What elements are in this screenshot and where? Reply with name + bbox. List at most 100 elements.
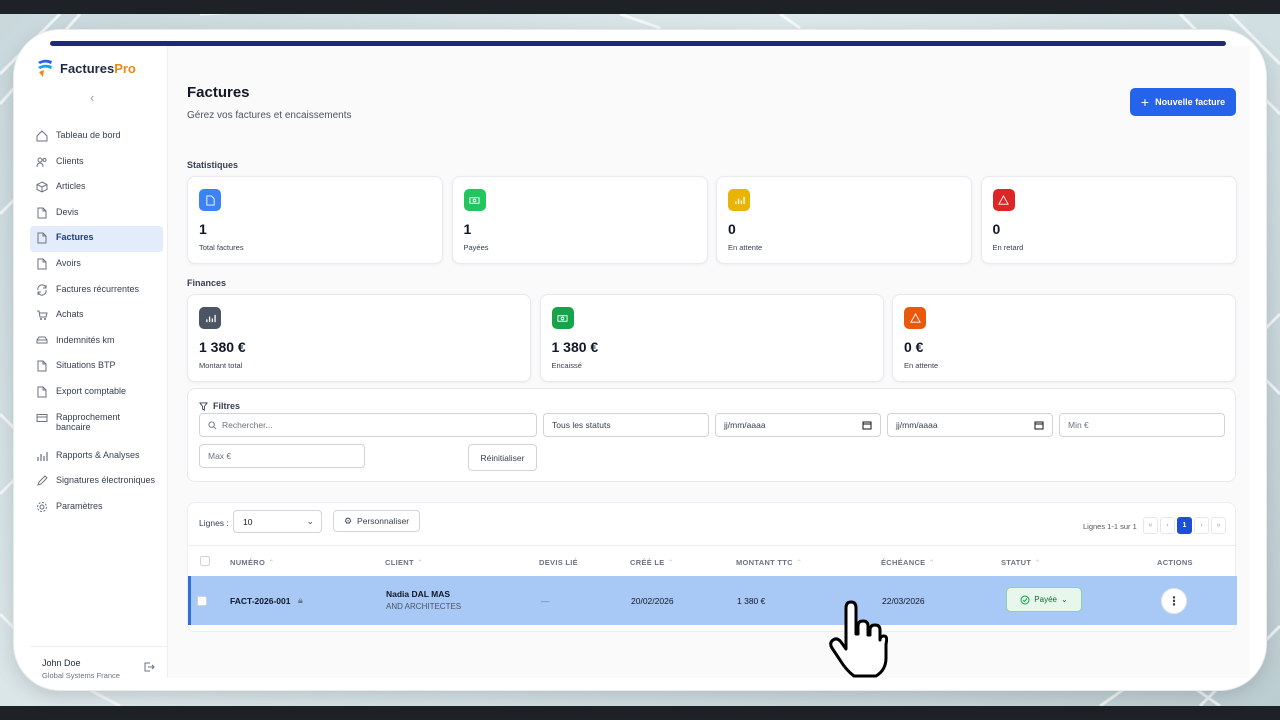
gear-icon: ⚙ [343, 515, 353, 526]
date-from-value: jj/mm/aaaa [724, 420, 766, 430]
sidebar-item-clients[interactable]: Clients [30, 150, 163, 176]
sidebar-item-factures[interactable]: Factures [30, 226, 163, 252]
max-amount-input[interactable]: Max € [199, 444, 365, 468]
sidebar-item-param-tres[interactable]: Paramètres [30, 495, 163, 521]
sidebar-item-tableau-de-bord[interactable]: Tableau de bord [30, 124, 163, 150]
sidebar-item-label: Avoirs [56, 257, 81, 268]
filters-title: Filtres [199, 401, 240, 411]
date-from-field[interactable]: jj/mm/aaaa [715, 413, 881, 437]
calendar-icon[interactable] [1034, 420, 1044, 430]
user-info: John Doe Global Systems France [42, 658, 120, 680]
card-icon [36, 412, 48, 424]
sidebar-item-label: Achats [56, 309, 84, 320]
stats-card: 1 Total factures [187, 176, 443, 264]
card-icon [904, 307, 926, 329]
column-header-label: DEVIS LIÉ [539, 558, 578, 567]
card-icon [199, 307, 221, 329]
customize-label: Personnaliser [357, 516, 410, 526]
sidebar-item-indemnit-s-km[interactable]: Indemnités km [30, 329, 163, 355]
sidebar-item-label: Articles [56, 181, 86, 192]
stats-card: 0 En retard [980, 176, 1237, 264]
sidebar-item-signatures-lectroniques[interactable]: Signatures électroniques [30, 469, 163, 495]
status-dropdown[interactable]: Payée ⌄ [1006, 587, 1082, 612]
date-to-field[interactable]: jj/mm/aaaa [887, 413, 1053, 437]
select-all-checkbox[interactable] [200, 556, 210, 566]
row-checkbox[interactable] [197, 596, 207, 606]
customize-columns-button[interactable]: ⚙ Personnaliser [333, 510, 420, 532]
sidebar-item-avoirs[interactable]: Avoirs [30, 252, 163, 278]
table-row[interactable]: FACT-2026-001 🔒︎ Nadia DAL MAS AND ARCHI… [188, 576, 1237, 625]
column-header[interactable]: NUMÉRO ⌃ [230, 558, 275, 567]
column-header[interactable]: MONTANT TTC ⌃ [736, 558, 803, 567]
app-logo[interactable]: FacturesPro [36, 58, 136, 78]
status-select[interactable]: Tous les statuts [543, 413, 709, 437]
column-header[interactable]: STATUT ⌃ [1001, 558, 1041, 567]
pager-nav-button[interactable]: ‹ [1160, 517, 1175, 534]
page-1-button[interactable]: 1 [1177, 517, 1192, 534]
sidebar-item-articles[interactable]: Articles [30, 175, 163, 201]
finances-card: 1 380 € Encaissé [539, 294, 884, 382]
column-header[interactable]: DEVIS LIÉ [539, 558, 578, 567]
column-header[interactable]: CLIENT ⌃ [385, 558, 423, 567]
refresh-icon [36, 283, 48, 296]
sidebar-item-label: Paramètres [56, 500, 103, 511]
sidebar-item-achats[interactable]: Achats [30, 303, 163, 329]
card-value: 1 380 € [551, 339, 599, 355]
calendar-icon[interactable] [862, 420, 872, 430]
sidebar-item-factures-r-currentes[interactable]: Factures récurrentes [30, 278, 163, 304]
sidebar-item-label: Situations BTP [56, 360, 116, 371]
rows-per-page-label: Lignes : [199, 518, 229, 528]
date-to-value: jj/mm/aaaa [896, 420, 938, 430]
reset-filters-button[interactable]: Réinitialiser [468, 444, 537, 471]
sidebar-item-label: Signatures électroniques [56, 475, 156, 486]
sidebar-item-rapports-analyses[interactable]: Rapports & Analyses [30, 444, 163, 470]
page-title: Factures [187, 84, 250, 101]
sidebar: FacturesPro ‹ Tableau de bord Clients Arti… [30, 46, 168, 680]
sort-icon[interactable]: ⌃ [929, 558, 936, 567]
min-amount-input[interactable]: Min € [1059, 413, 1225, 437]
card-icon [992, 189, 1015, 211]
client-name[interactable]: Nadia DAL MAS [386, 589, 450, 599]
pager-nav-button[interactable]: » [1211, 517, 1226, 534]
sort-icon[interactable]: ⌃ [796, 558, 803, 567]
search-input[interactable]: Rechercher... [199, 413, 537, 437]
divider [30, 646, 168, 647]
column-header[interactable]: ÉCHÉANCE ⌃ [881, 558, 935, 567]
column-header-label: STATUT [1001, 558, 1032, 567]
stats-section-label: Statistiques [187, 160, 239, 170]
file-icon [36, 232, 48, 244]
card-label: Payées [463, 243, 489, 252]
row-actions-button[interactable]: ⋮ [1161, 588, 1187, 614]
column-header[interactable]: CRÉÉ LE ⌃ [630, 558, 674, 567]
sort-icon[interactable]: ⌃ [268, 558, 275, 567]
invoice-number[interactable]: FACT-2026-001 [230, 596, 290, 606]
collapse-sidebar-button[interactable]: ‹ [90, 90, 94, 105]
sidebar-item-export-comptable[interactable]: Export comptable [30, 380, 163, 406]
logout-icon[interactable] [143, 661, 155, 673]
card-icon [463, 189, 486, 211]
search-icon [208, 421, 217, 430]
sidebar-item-situations-btp[interactable]: Situations BTP [30, 354, 163, 380]
sort-icon[interactable]: ⌃ [1034, 558, 1041, 567]
rows-per-page-select[interactable]: 10 ⌄ [233, 510, 322, 533]
sort-icon[interactable]: ⌃ [417, 558, 424, 567]
sidebar-item-rapprochement-bancaire[interactable]: Rapprochement bancaire [30, 406, 163, 444]
column-header[interactable]: ACTIONS [1157, 558, 1193, 567]
pager-nav-button[interactable]: « [1143, 517, 1158, 534]
users-icon [36, 156, 48, 168]
lock-icon: 🔒︎ [298, 595, 303, 605]
amount-ttc: 1 380 € [737, 596, 766, 606]
new-invoice-button[interactable]: + Nouvelle facture [1130, 88, 1236, 116]
car-icon [36, 335, 48, 347]
sidebar-item-devis[interactable]: Devis [30, 201, 163, 227]
app-screen: FacturesPro ‹ Tableau de bord Clients Arti… [30, 46, 1250, 680]
page-subtitle: Gérez vos factures et encaissements [187, 110, 352, 121]
table-header: NUMÉRO ⌃ CLIENT ⌃ DEVIS LIÉ CRÉÉ LE ⌃ MONTANT T… [188, 545, 1237, 575]
sidebar-item-label: Devis [56, 206, 79, 217]
card-icon [728, 189, 750, 211]
card-label: En attente [728, 243, 763, 252]
sidebar-item-label: Indemnités km [56, 334, 115, 345]
created-date: 20/02/2026 [631, 596, 674, 606]
sort-icon[interactable]: ⌃ [668, 558, 675, 567]
pager-nav-button[interactable]: › [1194, 517, 1209, 534]
